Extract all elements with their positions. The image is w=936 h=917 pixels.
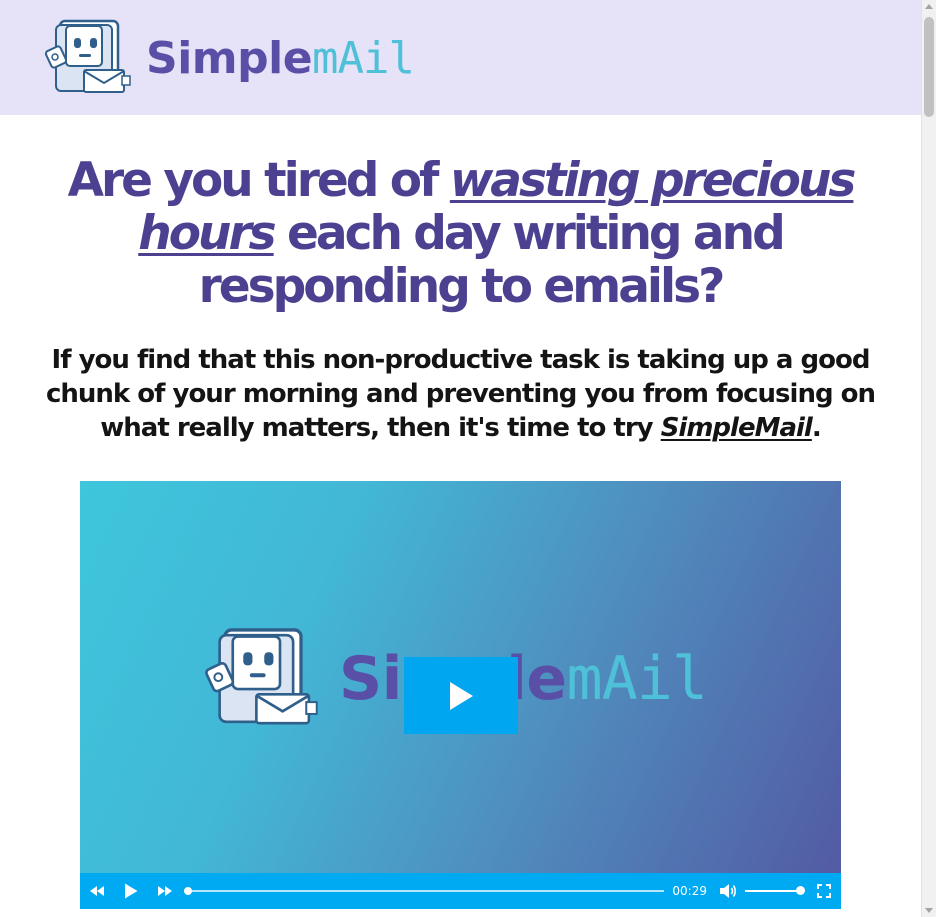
play-button[interactable] bbox=[114, 873, 148, 909]
robot-mail-icon bbox=[44, 19, 131, 93]
subheadline-end: . bbox=[811, 413, 822, 443]
player-controls: 00:29 bbox=[80, 873, 841, 909]
big-play-button[interactable] bbox=[404, 657, 518, 734]
video-poster-text-secondary: mAil bbox=[566, 643, 708, 714]
headline-part1: Are you tired of bbox=[67, 153, 450, 208]
site-header: Simple mAil bbox=[0, 0, 921, 115]
video-player[interactable]: Simple mAil 00:29 bbox=[80, 481, 841, 909]
rewind-button[interactable] bbox=[80, 873, 114, 909]
logo-text-secondary: mAil bbox=[312, 32, 415, 84]
logo-wordmark: Simple mAil bbox=[146, 32, 415, 84]
seek-handle[interactable] bbox=[184, 887, 192, 895]
fullscreen-button[interactable] bbox=[807, 873, 841, 909]
page-subheadline: If you find that this non-productive tas… bbox=[40, 343, 881, 445]
scrollbar-thumb[interactable] bbox=[924, 17, 934, 117]
volume-handle[interactable] bbox=[796, 886, 805, 895]
play-icon bbox=[450, 681, 473, 710]
scroll-down-arrow-icon[interactable] bbox=[925, 908, 933, 913]
page: Simple mAil Are you tired of wasting pre… bbox=[0, 0, 921, 917]
subheadline-brand: SimpleMail bbox=[660, 413, 813, 443]
fast-forward-icon bbox=[158, 886, 172, 896]
fullscreen-icon bbox=[817, 884, 831, 898]
site-logo[interactable]: Simple mAil bbox=[40, 18, 415, 98]
volume-level bbox=[745, 890, 801, 892]
scroll-up-arrow-icon[interactable] bbox=[925, 4, 933, 9]
page-scrollbar[interactable] bbox=[921, 0, 936, 917]
rewind-icon bbox=[90, 886, 104, 896]
play-icon bbox=[125, 883, 138, 899]
video-poster-wordmark: Simple mAil bbox=[339, 643, 708, 714]
robot-mail-icon bbox=[205, 628, 318, 725]
time-display: 00:29 bbox=[672, 884, 707, 898]
seek-bar[interactable] bbox=[184, 873, 665, 909]
volume-icon bbox=[720, 884, 737, 898]
volume-slider[interactable] bbox=[745, 873, 805, 909]
fast-forward-button[interactable] bbox=[148, 873, 182, 909]
mute-button[interactable] bbox=[711, 873, 745, 909]
seek-track bbox=[188, 890, 665, 892]
headline-part2: each day writing and responding to email… bbox=[198, 206, 786, 314]
logo-text-primary: Simple bbox=[146, 32, 313, 84]
page-headline: Are you tired of wasting precious hours … bbox=[40, 154, 881, 313]
